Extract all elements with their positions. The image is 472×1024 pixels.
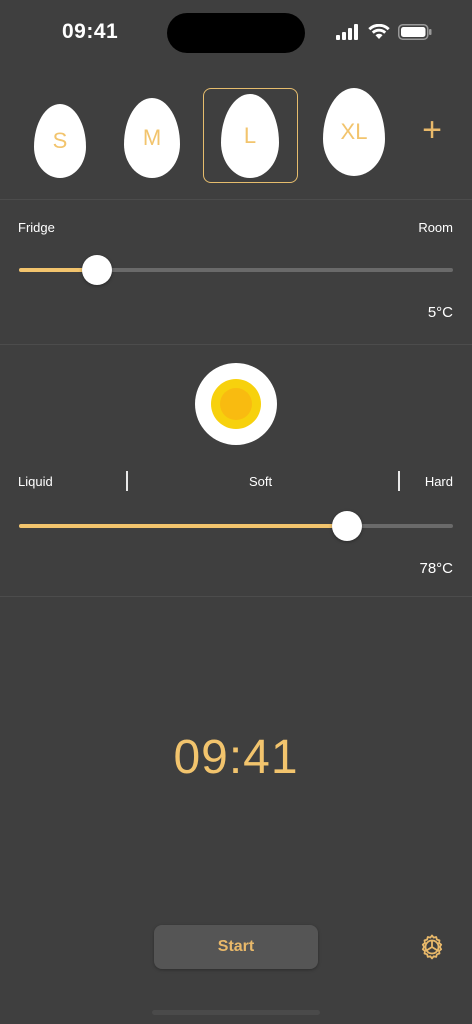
doneness-slider-thumb[interactable] bbox=[331, 511, 362, 541]
add-size-button[interactable]: + bbox=[416, 113, 448, 148]
egg-size-label: L bbox=[243, 123, 257, 148]
battery-icon bbox=[398, 24, 432, 40]
status-icons bbox=[336, 22, 432, 42]
egg-size-s[interactable]: S bbox=[34, 104, 86, 178]
home-indicator bbox=[152, 1010, 320, 1015]
temperature-slider-thumb[interactable] bbox=[82, 255, 113, 285]
egg-size-m[interactable]: M bbox=[124, 98, 180, 178]
start-button[interactable]: Start bbox=[154, 925, 318, 969]
gear-wheel-icon bbox=[421, 934, 443, 960]
status-time: 09:41 bbox=[62, 20, 119, 43]
egg-size-xl[interactable]: XL bbox=[323, 88, 385, 176]
yolk-center bbox=[220, 388, 252, 420]
egg-size-label: XL bbox=[340, 119, 368, 144]
dynamic-island bbox=[167, 13, 305, 53]
plus-icon: + bbox=[422, 111, 442, 149]
yolk bbox=[211, 379, 261, 429]
signal-icon bbox=[336, 24, 358, 40]
doneness-slider[interactable] bbox=[19, 511, 453, 541]
temperature-slider[interactable] bbox=[19, 255, 453, 285]
settings-button[interactable] bbox=[418, 933, 446, 961]
fridge-label: Fridge bbox=[18, 220, 55, 235]
wifi-icon bbox=[368, 24, 390, 39]
temperature-value: 5°C bbox=[427, 304, 453, 321]
soft-label: Soft bbox=[249, 474, 273, 489]
egg-size-label: S bbox=[52, 128, 68, 153]
soft-hard-divider bbox=[398, 471, 400, 491]
start-button-label: Start bbox=[217, 938, 255, 955]
liquid-soft-divider bbox=[126, 471, 128, 491]
doneness-section: Liquid Soft Hard 78°C bbox=[0, 345, 472, 597]
status-bar: 09:41 bbox=[0, 0, 472, 64]
liquid-label: Liquid bbox=[18, 474, 53, 489]
hard-label: Hard bbox=[424, 474, 453, 489]
egg-size-selector: S M L XL + bbox=[0, 72, 472, 200]
room-label: Room bbox=[418, 220, 453, 235]
cooked-egg-icon bbox=[195, 363, 277, 445]
doneness-value: 78°C bbox=[419, 560, 453, 577]
timer-display: 09:41 bbox=[173, 731, 299, 784]
start-temperature-section: Fridge Room 5°C bbox=[0, 201, 472, 345]
egg-size-label: M bbox=[142, 125, 162, 150]
doneness-slider-fill bbox=[19, 524, 347, 528]
